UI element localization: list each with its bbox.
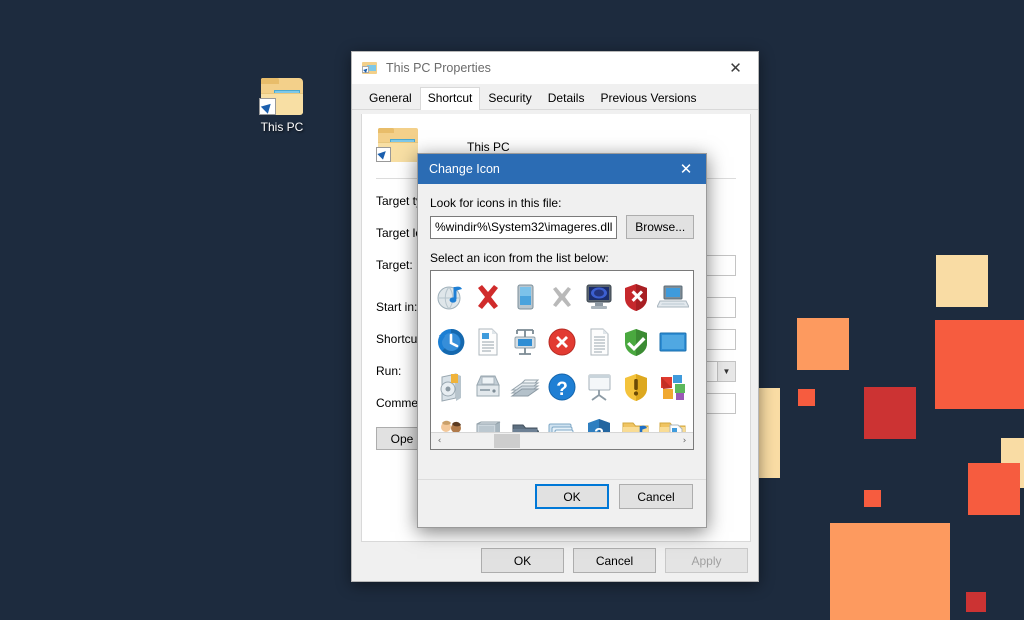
wallpaper-square [966,592,986,612]
close-icon[interactable]: ✕ [666,154,706,184]
blue-screen-icon[interactable] [655,324,691,360]
document-lines-icon[interactable] [581,324,617,360]
software-cd-icon[interactable] [433,369,469,405]
wallpaper-square [936,255,988,307]
wallpaper-square [830,523,950,620]
change-icon-titlebar: Change Icon ✕ [418,154,706,184]
svg-text:?: ? [556,379,568,400]
wallpaper-square [757,388,780,478]
shortcut-name: This PC [467,140,510,154]
red-x-circle-icon[interactable] [544,324,580,360]
network-device-icon[interactable] [507,324,543,360]
ok-button[interactable]: OK [481,548,564,573]
scrollbar-thumb[interactable] [494,434,520,448]
close-icon[interactable]: ✕ [713,52,758,85]
icon-file-input[interactable]: %windir%\System32\imageres.dll [430,215,618,239]
tab-security[interactable]: Security [480,87,539,109]
red-shield-x-icon[interactable] [618,279,654,315]
folder-shortcut-icon [362,61,378,75]
tab-previous-versions[interactable]: Previous Versions [592,87,704,109]
folder-shortcut-icon [259,78,305,116]
document-image-icon[interactable] [470,324,506,360]
scanner-icon[interactable] [507,369,543,405]
monitor-icon[interactable] [581,279,617,315]
cancel-button[interactable]: Cancel [573,548,656,573]
change-icon-title: Change Icon [429,162,500,176]
change-icon-body: Look for icons in this file: %windir%\Sy… [418,184,706,450]
scroll-right-icon[interactable]: › [676,433,693,449]
wallpaper-square [798,389,815,406]
wallpaper-square [797,318,849,370]
chevron-down-icon[interactable]: ▼ [717,361,735,381]
icon-grid[interactable]: ? ? [431,271,693,449]
apply-button: Apply [665,548,748,573]
color-blocks-icon[interactable] [655,369,691,405]
dialog-divider [418,479,706,480]
wallpaper-square [864,387,916,439]
projector-screen-icon[interactable] [581,369,617,405]
file-field-row: %windir%\System32\imageres.dll Browse... [430,215,694,239]
globe-music-icon[interactable] [433,279,469,315]
properties-window-title: This PC Properties [386,61,491,75]
wallpaper-square [935,320,1024,409]
tab-details[interactable]: Details [540,87,593,109]
file-field-label: Look for icons in this file: [430,196,562,210]
green-shield-check-icon[interactable] [618,324,654,360]
desktop-icon-this-pc[interactable]: This PC [249,78,315,135]
scroll-left-icon[interactable]: ‹ [431,433,448,449]
properties-footer: OK Cancel Apply [481,548,748,573]
tab-shortcut[interactable]: Shortcut [419,87,481,110]
cancel-button[interactable]: Cancel [619,484,693,509]
change-icon-dialog[interactable]: Change Icon ✕ Look for icons in this fil… [417,153,707,528]
desktop-icon-label: This PC [260,120,304,134]
browse-button[interactable]: Browse... [626,215,694,239]
tab-general[interactable]: General [361,87,420,109]
disk-drive-icon[interactable] [470,369,506,405]
horizontal-scrollbar[interactable]: ‹ › [431,432,693,449]
laptop-icon[interactable] [655,279,691,315]
wallpaper-square [968,463,1020,515]
red-x-icon[interactable] [470,279,506,315]
clock-history-icon[interactable] [433,324,469,360]
folder-shortcut-icon [376,128,420,166]
ok-button[interactable]: OK [535,484,609,509]
tablet-icon[interactable] [507,279,543,315]
icon-list-box[interactable]: ? ? [430,270,694,450]
scrollbar-track[interactable] [448,433,676,449]
change-icon-footer: OK Cancel [535,484,693,509]
yellow-shield-warning-icon[interactable] [618,369,654,405]
properties-tabstrip[interactable]: General Shortcut Security Details Previo… [352,87,758,110]
desktop[interactable]: This PC This PC Properties ✕ General Sho… [0,0,1024,620]
properties-titlebar: This PC Properties ✕ [352,52,758,85]
gray-x-icon[interactable] [544,279,580,315]
blue-question-circle-icon[interactable]: ? [544,369,580,405]
wallpaper-square [864,490,881,507]
icon-list-label: Select an icon from the list below: [430,251,609,265]
